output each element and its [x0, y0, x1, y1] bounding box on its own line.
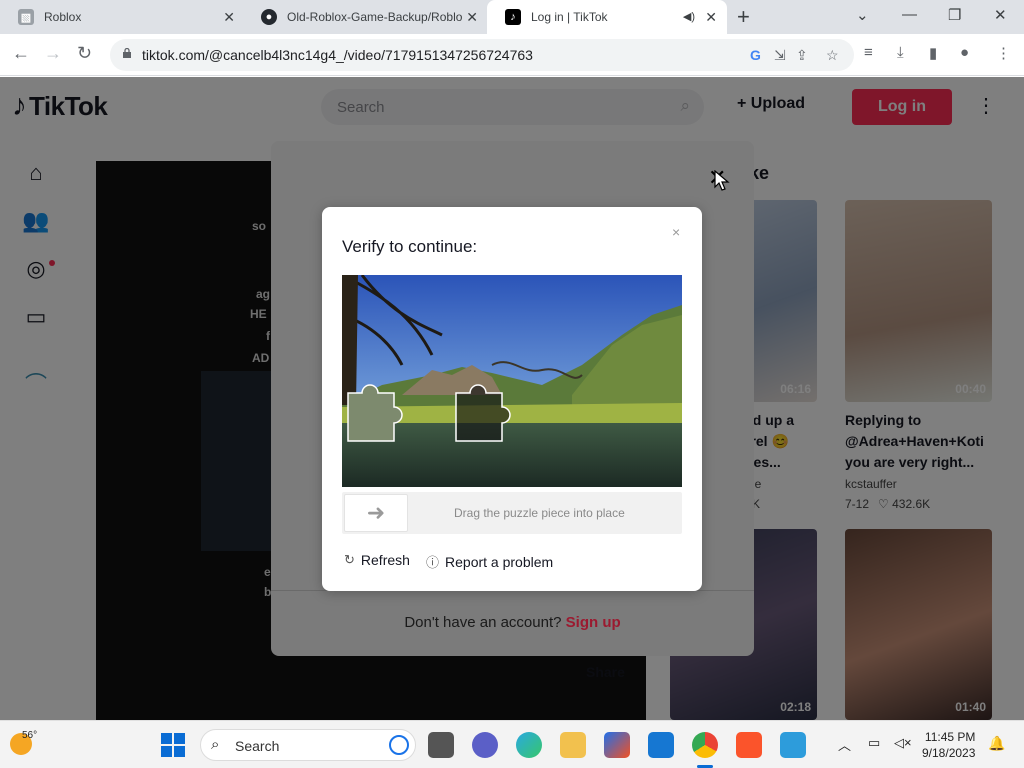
address-bar[interactable]: tiktok.com/@cancelb4l3nc14g4_/video/7179…	[110, 39, 854, 71]
edge-icon[interactable]	[516, 732, 542, 758]
speaker-icon[interactable]: ◀)	[683, 10, 695, 23]
forward-button[interactable]: →	[44, 43, 62, 64]
start-button[interactable]	[161, 733, 185, 757]
bookmark-star-icon[interactable]: ☆	[826, 47, 839, 64]
url-text[interactable]: tiktok.com/@cancelb4l3nc14g4_/video/7179…	[142, 47, 533, 63]
notification-bell-icon[interactable]: 🔔	[988, 735, 1005, 752]
windows-logo-tile	[161, 746, 172, 757]
tab-tiktok[interactable]: ♪ Log in | TikTok ◀) ✕	[487, 0, 727, 34]
refresh-button[interactable]: ↻ Refresh	[344, 552, 410, 568]
lock-icon	[123, 48, 131, 58]
bing-icon[interactable]	[389, 735, 409, 755]
microsoft-store-icon[interactable]	[604, 732, 630, 758]
profile-avatar-icon[interactable]: ●	[960, 44, 969, 61]
system-clock[interactable]: 11:45 PM 9/18/2023	[922, 729, 975, 761]
windows-taskbar: 56° ⌕ Search ︿ ▭ ◁× 11:45 PM 9/18/2023 🔔	[0, 720, 1024, 768]
close-tab-icon[interactable]: ✕	[466, 9, 478, 26]
browser-tab-strip: ▧ Roblox ✕ ● Old-Roblox-Game-Backup/Robl…	[0, 0, 1024, 34]
windows-logo-tile	[174, 733, 185, 744]
captcha-dialog: Verify to continue: × ➜ Drag the puzzle …	[322, 207, 702, 591]
tiktok-icon: ♪	[505, 9, 521, 25]
share-icon[interactable]: ⇪	[796, 47, 808, 64]
captcha-title: Verify to continue:	[342, 237, 478, 256]
new-tab-button[interactable]: +	[737, 4, 750, 30]
download-icon[interactable]: ⤓	[897, 44, 904, 61]
app-icon[interactable]	[780, 732, 806, 758]
brave-icon[interactable]	[736, 732, 762, 758]
clock-date: 9/18/2023	[922, 746, 976, 760]
github-icon: ●	[261, 9, 277, 25]
network-icon[interactable]: ▭	[868, 735, 880, 751]
report-problem-button[interactable]: ⓘ Report a problem	[426, 552, 553, 571]
reload-button[interactable]: ↻	[77, 43, 92, 64]
chrome-menu-icon[interactable]: ⋮	[996, 44, 1011, 62]
tab-title: Roblox	[44, 10, 82, 24]
back-button[interactable]: ←	[12, 43, 30, 64]
side-panel-icon[interactable]: ▮	[929, 44, 937, 62]
chrome-icon[interactable]	[692, 732, 718, 758]
search-icon: ⌕	[211, 736, 220, 753]
tab-search-icon[interactable]: ⌄	[856, 6, 869, 24]
windows-logo-tile	[161, 733, 172, 744]
open-in-app-icon[interactable]: ⇲	[774, 47, 786, 64]
close-tab-icon[interactable]: ✕	[705, 9, 717, 26]
mouse-cursor-icon	[714, 170, 730, 191]
tab-title: Log in | TikTok	[531, 10, 608, 24]
minimize-button[interactable]: —	[902, 6, 917, 23]
file-explorer-icon[interactable]	[560, 732, 586, 758]
volume-icon[interactable]: ◁×	[894, 735, 912, 751]
tab-roblox[interactable]: ▧ Roblox ✕	[0, 0, 245, 34]
tab-title: Old-Roblox-Game-Backup/Roblo	[287, 10, 463, 24]
captcha-image	[342, 275, 682, 487]
no-account-text: Don't have an account?	[404, 614, 562, 631]
taskbar-search[interactable]: ⌕ Search	[200, 729, 416, 761]
google-translate-icon[interactable]: G	[750, 47, 761, 63]
restore-button[interactable]: ❐	[948, 6, 961, 24]
close-window-button[interactable]: ✕	[994, 6, 1007, 24]
media-queue-icon[interactable]: ≡	[864, 44, 873, 61]
puzzle-slot	[455, 384, 511, 442]
tab-github[interactable]: ● Old-Roblox-Game-Backup/Roblo ✕	[243, 0, 488, 34]
task-view-icon[interactable]	[428, 732, 454, 758]
report-label: Report a problem	[445, 553, 554, 570]
captcha-slider-track[interactable]: ➜ Drag the puzzle piece into place	[342, 492, 682, 534]
info-icon: ⓘ	[426, 555, 440, 570]
temperature-label: 56°	[22, 730, 38, 741]
captcha-slider-handle[interactable]: ➜	[344, 494, 408, 532]
roblox-icon: ▧	[18, 9, 34, 25]
browser-toolbar: ← → ↻ tiktok.com/@cancelb4l3nc14g4_/vide…	[0, 34, 1024, 76]
puzzle-piece[interactable]	[347, 384, 403, 442]
captcha-close-button[interactable]: ×	[672, 224, 680, 240]
taskbar-search-label: Search	[235, 738, 280, 754]
arrow-right-icon: ➜	[366, 500, 386, 525]
refresh-icon: ↻	[344, 552, 355, 567]
clock-time: 11:45 PM	[924, 730, 976, 744]
refresh-label: Refresh	[360, 552, 410, 568]
teams-chat-icon[interactable]	[472, 732, 498, 758]
close-tab-icon[interactable]: ✕	[223, 9, 235, 26]
slider-hint: Drag the puzzle piece into place	[454, 506, 625, 520]
windows-logo-tile	[174, 746, 185, 757]
tray-chevron-icon[interactable]: ︿	[838, 735, 851, 754]
sign-up-link[interactable]: Sign up	[566, 614, 621, 631]
signup-row: Don't have an account? Sign up	[271, 614, 754, 631]
mail-icon[interactable]	[648, 732, 674, 758]
